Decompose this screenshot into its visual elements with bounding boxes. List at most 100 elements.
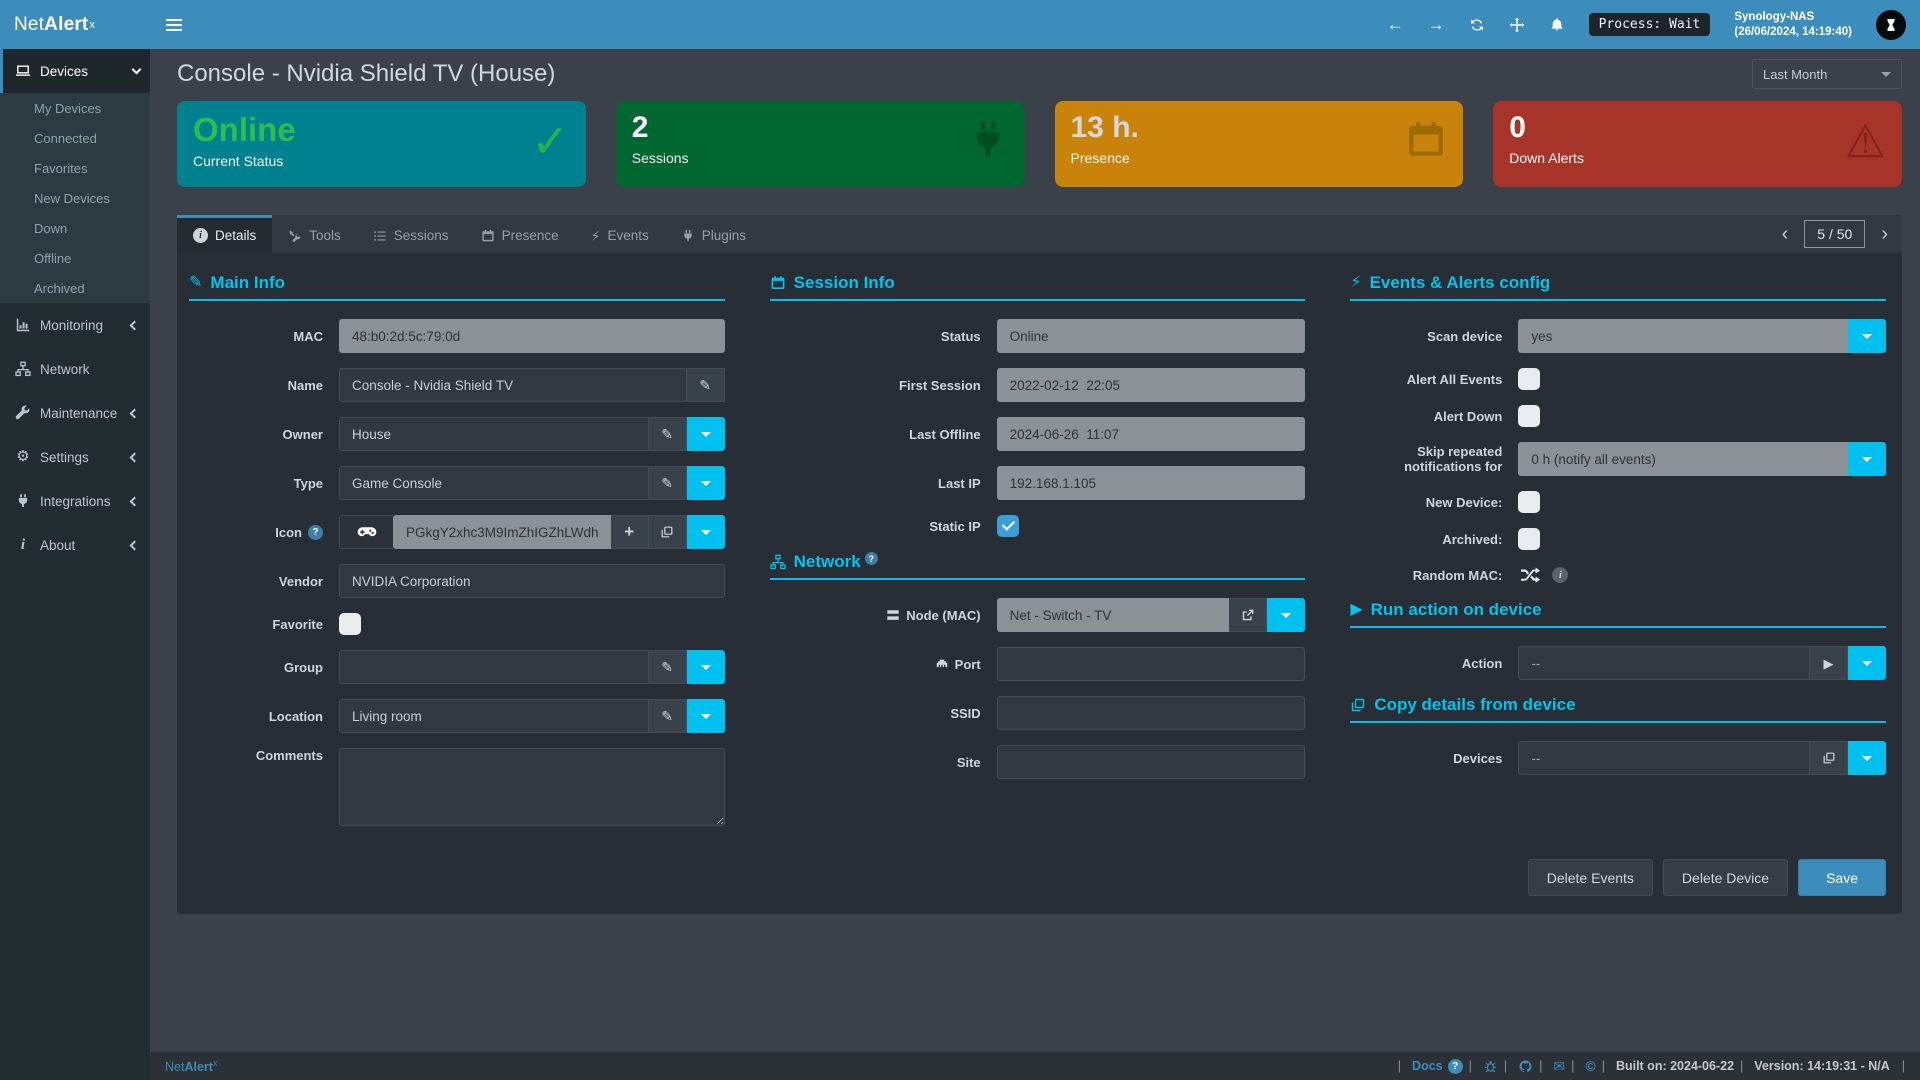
edit-owner-button[interactable]: ✎ <box>649 417 687 451</box>
sidebar-item-connected[interactable]: Connected <box>0 123 150 153</box>
owner-input[interactable] <box>339 417 649 451</box>
current-status-card[interactable]: Online Current Status ✓ <box>177 101 586 187</box>
location-dropdown-button[interactable] <box>687 699 725 733</box>
node-mac-input[interactable] <box>997 598 1230 632</box>
period-selector[interactable]: Last Month <box>1752 59 1902 89</box>
docs-link[interactable]: Docs <box>1412 1059 1443 1073</box>
open-node-button[interactable] <box>1229 598 1267 632</box>
scan-device-dropdown-button[interactable] <box>1848 319 1886 353</box>
new-device-checkbox[interactable] <box>1518 491 1540 513</box>
skip-notifications-select[interactable]: 0 h (notify all events) <box>1518 442 1848 476</box>
tab-events[interactable]: ⚡ Events <box>575 215 665 253</box>
status-cards: Online Current Status ✓ 2 Sessions 13 h.… <box>177 101 1902 187</box>
tab-details[interactable]: i Details <box>177 215 272 253</box>
location-input[interactable] <box>339 699 649 733</box>
tab-presence[interactable]: Presence <box>465 215 575 253</box>
icon-dropdown-button[interactable] <box>687 515 725 549</box>
alert-all-events-checkbox[interactable] <box>1518 368 1540 390</box>
sidebar-item-archived[interactable]: Archived <box>0 273 150 303</box>
menu-toggle-button[interactable] <box>150 0 198 49</box>
scan-device-select[interactable]: yes <box>1518 319 1848 353</box>
group-input[interactable] <box>339 650 649 684</box>
app-logo[interactable]: NetAlertx <box>0 0 150 49</box>
gamepad-icon <box>339 515 393 549</box>
sidebar-item-settings[interactable]: ⚙ Settings <box>0 435 150 479</box>
site-input[interactable] <box>997 745 1306 779</box>
copy-devices-dropdown-button[interactable] <box>1848 741 1886 775</box>
vendor-input[interactable] <box>339 564 725 598</box>
refresh-icon[interactable] <box>1469 17 1485 33</box>
mac-input[interactable] <box>339 319 725 353</box>
next-device-button[interactable]: › <box>1873 224 1896 244</box>
copy-from-device-button[interactable] <box>1810 741 1848 775</box>
sidebar-item-network[interactable]: Network <box>0 347 150 391</box>
ethernet-icon <box>935 657 949 671</box>
action-select[interactable]: -- <box>1518 646 1810 680</box>
port-input[interactable] <box>997 647 1306 681</box>
name-input[interactable] <box>339 368 687 402</box>
delete-events-button[interactable]: Delete Events <box>1528 859 1653 896</box>
avatar[interactable] <box>1876 10 1906 40</box>
back-arrow-icon[interactable]: ← <box>1387 16 1404 33</box>
group-dropdown-button[interactable] <box>687 650 725 684</box>
ssid-input[interactable] <box>997 696 1306 730</box>
sidebar-item-new-devices[interactable]: New Devices <box>0 183 150 213</box>
sidebar-item-my-devices[interactable]: My Devices <box>0 93 150 123</box>
sidebar-item-offline[interactable]: Offline <box>0 243 150 273</box>
last-offline-input[interactable] <box>997 417 1306 451</box>
down-alerts-card[interactable]: 0 Down Alerts ⚠ <box>1493 101 1902 187</box>
sidebar-item-about[interactable]: i About <box>0 523 150 567</box>
owner-dropdown-button[interactable] <box>687 417 725 451</box>
alert-down-checkbox[interactable] <box>1518 405 1540 427</box>
copy-icon-button[interactable] <box>649 515 687 549</box>
edit-name-button[interactable]: ✎ <box>687 368 725 402</box>
sidebar-item-devices[interactable]: Devices <box>0 49 150 93</box>
run-action-button[interactable]: ▶ <box>1810 646 1848 680</box>
sidebar-item-monitoring[interactable]: Monitoring <box>0 303 150 347</box>
save-button[interactable]: Save <box>1798 859 1886 896</box>
last-ip-input[interactable] <box>997 466 1306 500</box>
sidebar-item-down[interactable]: Down <box>0 213 150 243</box>
type-input[interactable] <box>339 466 649 500</box>
sidebar-item-maintenance[interactable]: Maintenance <box>0 391 150 435</box>
skip-notifications-dropdown-button[interactable] <box>1848 442 1886 476</box>
footer-brand[interactable]: NetAlertx <box>165 1058 217 1074</box>
presence-card[interactable]: 13 h. Presence <box>1055 101 1464 187</box>
icon-base64-input[interactable] <box>393 515 611 549</box>
question-circle-icon[interactable]: ? <box>1448 1059 1463 1074</box>
favorite-checkbox[interactable] <box>339 613 361 635</box>
sidebar-item-favorites[interactable]: Favorites <box>0 153 150 183</box>
forward-arrow-icon[interactable]: → <box>1428 16 1445 33</box>
copy-devices-select[interactable]: -- <box>1518 741 1810 775</box>
user-info[interactable]: Synology-NAS (26/06/2024, 14:19:40) <box>1734 10 1852 40</box>
page-title: Console - Nvidia Shield TV (House) <box>177 60 555 88</box>
prev-device-button[interactable]: ‹ <box>1774 224 1797 244</box>
help-icon[interactable]: ? <box>308 525 323 540</box>
status-input[interactable] <box>997 319 1306 353</box>
tab-sessions[interactable]: Sessions <box>357 215 465 253</box>
comments-textarea[interactable] <box>339 748 725 826</box>
action-dropdown-button[interactable] <box>1848 646 1886 680</box>
add-icon-button[interactable]: + <box>611 515 649 549</box>
edit-type-button[interactable]: ✎ <box>649 466 687 500</box>
envelope-icon[interactable]: ✉ <box>1553 1058 1565 1075</box>
edit-location-button[interactable]: ✎ <box>649 699 687 733</box>
archived-checkbox[interactable] <box>1518 528 1540 550</box>
help-icon[interactable]: ? <box>865 552 878 565</box>
copyright-icon[interactable]: © <box>1585 1058 1595 1074</box>
static-ip-checkbox[interactable] <box>997 515 1019 537</box>
delete-device-button[interactable]: Delete Device <box>1663 859 1788 896</box>
edit-group-button[interactable]: ✎ <box>649 650 687 684</box>
first-session-input[interactable] <box>997 368 1306 402</box>
tab-tools[interactable]: Tools <box>272 215 357 253</box>
info-icon[interactable]: i <box>1552 567 1568 583</box>
sidebar-item-integrations[interactable]: Integrations <box>0 479 150 523</box>
node-dropdown-button[interactable] <box>1267 598 1305 632</box>
github-icon[interactable] <box>1518 1059 1533 1074</box>
move-icon[interactable] <box>1509 17 1525 33</box>
sessions-card[interactable]: 2 Sessions <box>616 101 1025 187</box>
bug-icon[interactable] <box>1483 1059 1498 1074</box>
type-dropdown-button[interactable] <box>687 466 725 500</box>
tab-plugins[interactable]: Plugins <box>665 215 762 253</box>
bell-icon[interactable] <box>1549 17 1565 33</box>
